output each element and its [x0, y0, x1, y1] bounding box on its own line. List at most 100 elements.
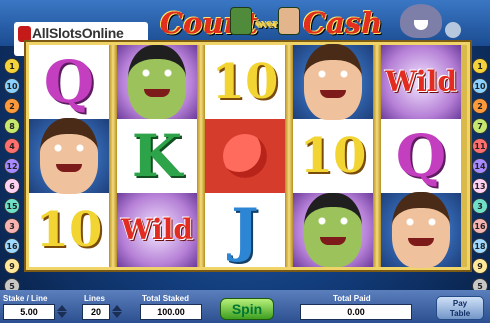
reel-cell [29, 118, 109, 194]
payline-marker[interactable]: 13 [472, 178, 488, 194]
payline-marker[interactable]: 3 [4, 218, 20, 234]
arrow-up-icon[interactable] [57, 305, 67, 311]
reel-cell [381, 192, 461, 268]
frankenstein-icon [230, 7, 252, 35]
stake-stepper[interactable] [55, 304, 69, 320]
frankenstein-symbol-icon [128, 45, 186, 119]
payline-marker[interactable]: 1 [4, 58, 20, 74]
reel-cell: 10 [293, 119, 373, 193]
lines-label: Lines [84, 294, 105, 303]
reel-cell [117, 45, 197, 119]
moon-icon [445, 22, 461, 38]
heart-symbol-icon [223, 134, 267, 178]
payline-marker[interactable]: 16 [4, 238, 20, 254]
frankenstein-symbol-icon [304, 193, 362, 267]
symbol-ten: 10 [211, 54, 279, 110]
game-title: Count over Cash [160, 4, 390, 44]
logo-text: AllSlotsOnline [32, 25, 124, 41]
payline-marker[interactable]: 16 [472, 218, 488, 234]
mouth-icon [144, 89, 170, 97]
reel-cell [293, 44, 373, 120]
eyes-icon [315, 217, 351, 225]
reel-cell: Wild [381, 45, 461, 119]
total-paid-label: Total Paid [333, 294, 371, 303]
payline-marker[interactable]: 11 [472, 138, 488, 154]
eyes-icon [139, 69, 175, 77]
pay-table-button[interactable]: Pay Table [436, 296, 484, 320]
reel-cell: Wild [117, 193, 197, 267]
logo-icon [18, 26, 31, 42]
total-staked-value: 100.00 [140, 304, 202, 320]
arrow-down-icon[interactable] [112, 312, 122, 318]
eyes-icon [315, 70, 351, 78]
arrow-up-icon[interactable] [112, 305, 122, 311]
reel-5: Wild Q [381, 45, 461, 268]
payline-marker[interactable]: 9 [472, 258, 488, 274]
count-symbol-icon [304, 44, 362, 120]
pay-table-label-line2: Table [449, 309, 471, 318]
reel-frame: Q 10 K Wild 10 J 10 Wild Q [26, 42, 470, 270]
reel-divider [197, 45, 205, 267]
stake-label: Stake / Line [3, 294, 48, 303]
reel-cell: Q [29, 45, 109, 119]
reel-3: 10 J [205, 45, 285, 267]
mouth-icon [408, 238, 434, 246]
mouth-icon [320, 237, 346, 245]
payline-marker[interactable]: 1 [472, 58, 488, 74]
symbol-ten: 10 [35, 202, 103, 258]
mouth-icon [320, 90, 346, 98]
symbol-k: K [131, 122, 183, 190]
slot-game: AllSlotsOnline casino Count over Cash 11… [0, 0, 490, 323]
payline-marker[interactable]: 18 [472, 238, 488, 254]
left-payline-column: 1 10 2 8 4 12 6 15 3 16 9 5 [4, 58, 20, 298]
pay-table-label-line1: Pay [452, 299, 468, 308]
mouth-icon [56, 164, 82, 172]
eyes-icon [403, 218, 439, 226]
right-payline-column: 1 10 2 7 11 14 13 3 16 18 9 5 [472, 58, 488, 298]
reel-4: 10 [293, 44, 373, 267]
reel-2: K Wild [117, 45, 197, 267]
symbol-q: Q [43, 48, 95, 116]
stake-value: 5.00 [3, 304, 55, 320]
lines-stepper[interactable] [110, 304, 124, 320]
payline-marker[interactable]: 9 [4, 258, 20, 274]
count-face-icon [278, 7, 300, 35]
count-symbol-icon [40, 118, 98, 194]
payline-marker[interactable]: 10 [4, 78, 20, 94]
symbol-j: J [231, 196, 259, 264]
title-word-over: over [256, 20, 278, 30]
payline-marker[interactable]: 14 [472, 158, 488, 174]
reel-divider [109, 45, 117, 267]
title-word-cash: Cash [303, 6, 383, 40]
payline-marker[interactable]: 6 [4, 178, 20, 194]
spin-button[interactable]: Spin [220, 298, 274, 320]
reel-cell: J [205, 193, 285, 267]
payline-marker[interactable]: 3 [472, 198, 488, 214]
reel-cell: Q [381, 119, 461, 193]
payline-marker[interactable]: 2 [4, 98, 20, 114]
arrow-down-icon[interactable] [57, 312, 67, 318]
eyes-icon [51, 144, 87, 152]
reel-divider [373, 45, 381, 267]
wolf-icon [400, 4, 442, 38]
reel-divider [285, 45, 293, 267]
reel-cell: 10 [29, 193, 109, 267]
reel-cell [293, 193, 373, 267]
reel-cell: K [117, 119, 197, 193]
reel-cell: 10 [205, 45, 285, 119]
symbol-ten: 10 [299, 128, 367, 184]
symbol-wild: Wild [385, 65, 457, 98]
lines-value: 20 [82, 304, 110, 320]
payline-marker[interactable]: 4 [4, 138, 20, 154]
symbol-wild: Wild [121, 213, 193, 246]
reel-cell [205, 119, 285, 193]
payline-marker[interactable]: 12 [4, 158, 20, 174]
count-symbol-icon [392, 192, 450, 268]
total-paid-value: 0.00 [300, 304, 412, 320]
payline-marker[interactable]: 2 [472, 98, 488, 114]
payline-marker[interactable]: 7 [472, 118, 488, 134]
payline-marker[interactable]: 10 [472, 78, 488, 94]
payline-marker[interactable]: 8 [4, 118, 20, 134]
payline-marker[interactable]: 15 [4, 198, 20, 214]
total-staked-label: Total Staked [142, 294, 189, 303]
